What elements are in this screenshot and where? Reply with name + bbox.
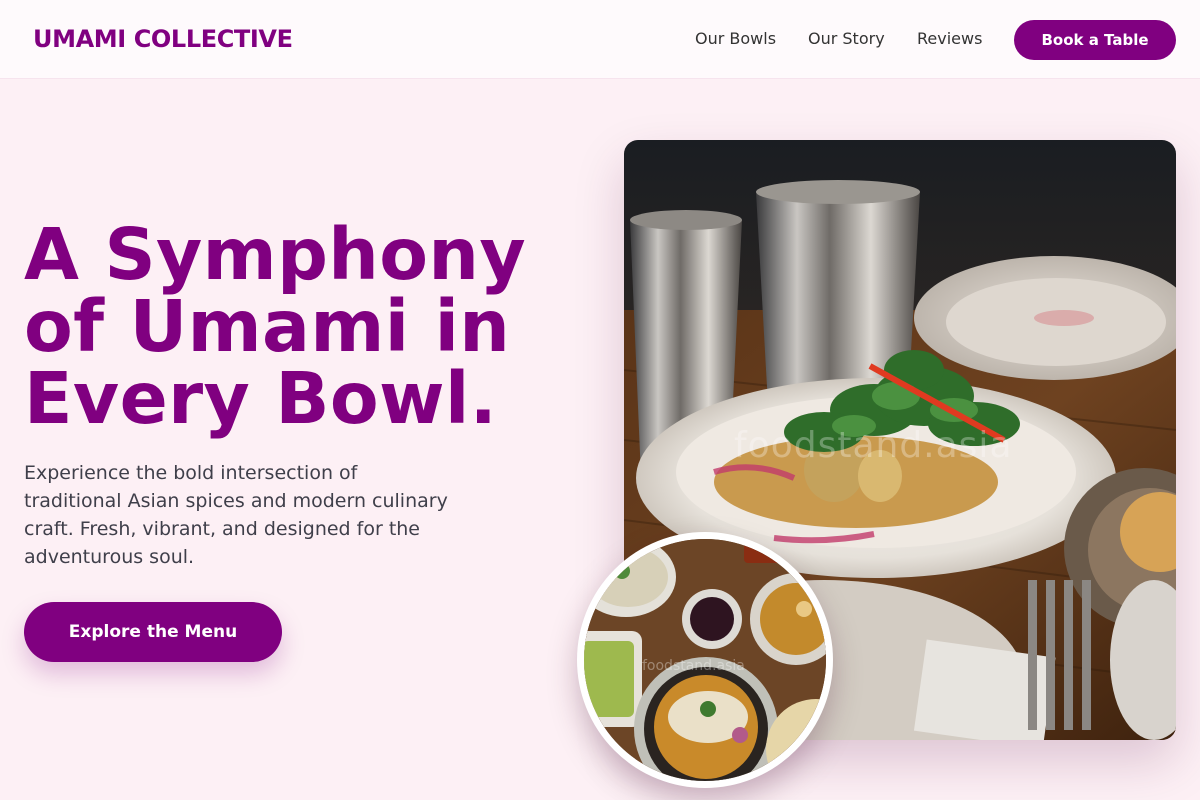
brand-logo[interactable]: UMAMI COLLECTIVE xyxy=(33,25,293,53)
nav-link-our-story[interactable]: Our Story xyxy=(808,29,885,49)
secondary-photo-watermark: foodstand.asia xyxy=(642,658,745,674)
hero-description-line: traditional Asian spices and modern culi… xyxy=(24,490,448,512)
hero-headline-line: of Umami in xyxy=(24,285,511,368)
nav-link-our-bowls[interactable]: Our Bowls xyxy=(695,29,776,49)
hero-description-line: craft. Fresh, vibrant, and designed for … xyxy=(24,518,420,540)
hero-description: Experience the bold intersection of trad… xyxy=(24,459,494,571)
hero-headline-line: Every Bowl. xyxy=(24,357,498,440)
hero-headline: A Symphony of Umami in Every Bowl. xyxy=(24,219,584,435)
site-header: UMAMI COLLECTIVE Our Bowls Our Story Rev… xyxy=(0,0,1200,79)
hero-description-line: Experience the bold intersection of xyxy=(24,462,358,484)
nav-link-reviews[interactable]: Reviews xyxy=(917,29,982,49)
book-table-button[interactable]: Book a Table xyxy=(1014,20,1176,60)
main-photo-watermark: foodstand.asia xyxy=(734,425,1013,466)
hero-description-line: adventurous soul. xyxy=(24,546,195,568)
hero-headline-line: A Symphony xyxy=(24,213,527,296)
explore-menu-button[interactable]: Explore the Menu xyxy=(24,602,282,662)
hero-secondary-photo: foodstand.asia xyxy=(577,532,833,788)
